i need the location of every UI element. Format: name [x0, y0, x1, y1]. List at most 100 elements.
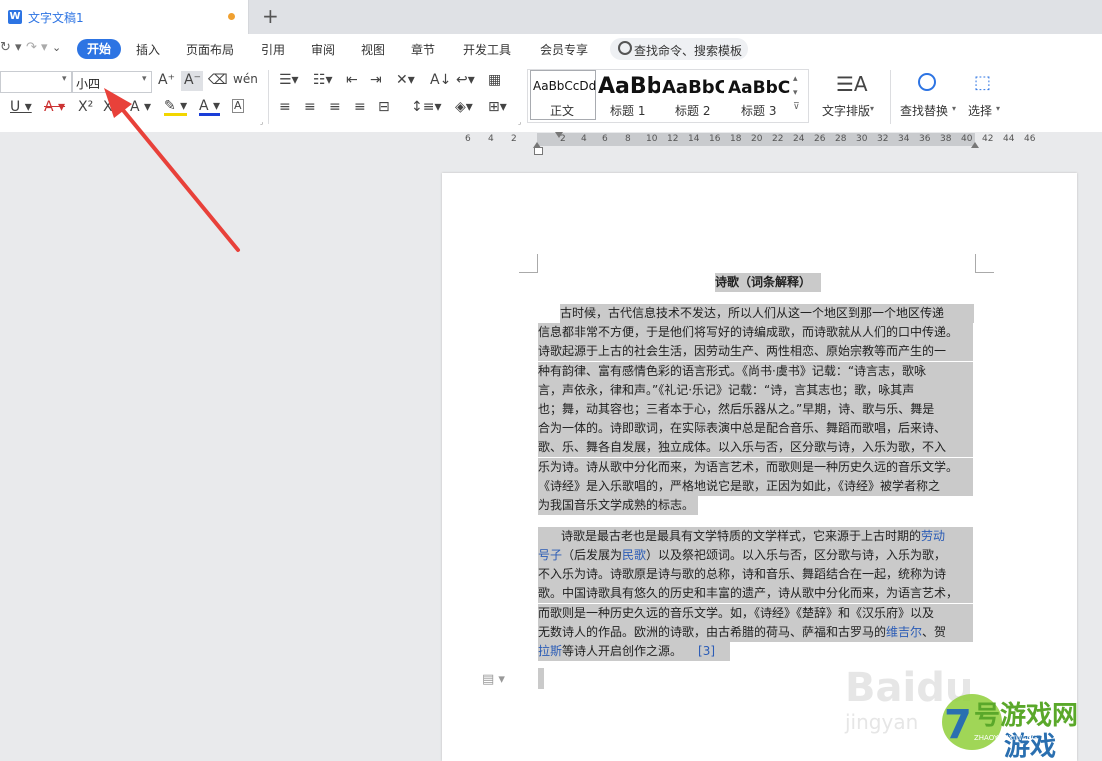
annotation-arrow [104, 88, 240, 252]
citation-link[interactable]: [3] [698, 644, 715, 658]
ruler-number: 24 [793, 134, 805, 144]
style-h2-label[interactable]: 标题 2 [675, 102, 710, 119]
ruler-number: 22 [772, 134, 784, 144]
text-run: 等诗人开启创作之源。 [562, 644, 683, 658]
ruler-number: 16 [709, 134, 721, 144]
find-replace-icon[interactable] [918, 73, 936, 91]
link-virgil[interactable]: 维吉尔 [886, 625, 922, 639]
text-layout-icon[interactable]: ☰A [836, 72, 868, 96]
search-icon [618, 41, 632, 55]
distributed-icon[interactable]: ⊟ [378, 99, 390, 115]
justify-icon[interactable]: ≡ [354, 99, 366, 115]
ruler-number: 20 [751, 134, 763, 144]
paragraph-1-line[interactable]: 古时候，古代信息技术不发达，所以人们从这一个地区到那一个地区传递 [560, 304, 974, 323]
shading-icon[interactable]: ◈▾ [455, 99, 473, 115]
ruler-number: 12 [667, 134, 679, 144]
style-h2-sample[interactable]: AaBbC [662, 77, 724, 98]
text-run: 、贺 [922, 625, 947, 639]
show-marks-icon[interactable]: ↩▾ [456, 72, 475, 88]
style-h3-label[interactable]: 标题 3 [741, 102, 776, 119]
paragraph-2-line[interactable]: 诗歌是最古老也是最具有文学特质的文学样式，它来源于上古时期的劳动 [538, 527, 973, 546]
ruler-number: 4 [488, 134, 494, 144]
left-margin-marker[interactable] [534, 147, 543, 155]
paragraph-1-line[interactable]: 信息都非常不方便，于是他们将写好的诗编成歌，而诗歌就从人们的口中传递。 [538, 323, 973, 343]
paragraph-1-line[interactable]: 乐为诗。诗从歌中分化而来，为语言艺术，而歌则是一种历史久远的音乐文学。 [538, 457, 973, 477]
paragraph-dialog-launcher-icon[interactable]: ⌟ [518, 118, 521, 126]
paragraph-1-line[interactable]: 歌、乐、舞各自发展，独立成体。以入乐与否，区分歌与诗，入乐为歌，不入 [538, 438, 973, 458]
style-normal-sample: AaBbCcDd [533, 79, 597, 93]
ruler-number: 6 [602, 134, 608, 144]
select-cursor-icon[interactable]: ⬚ [974, 72, 991, 93]
jingyan-watermark: jingyan [845, 710, 919, 734]
style-h1-label[interactable]: 标题 1 [610, 102, 645, 119]
link-horace[interactable]: 拉斯 [538, 644, 562, 658]
text-run: 诗歌是最古老也是最具有文学特质的文学样式，它来源于上古时期的 [561, 529, 922, 543]
link-labor-chant[interactable]: 劳动 [921, 529, 945, 543]
paragraph-2-line[interactable]: 而歌则是一种历史久远的音乐文学。如，《诗经》《楚辞》和《汉乐府》以及 [538, 603, 973, 623]
ruler-number: 34 [898, 134, 910, 144]
paragraph-2-line[interactable]: 不入乐为诗。诗歌原是诗与歌的总称，诗和音乐、舞蹈结合在一起，统称为诗 [538, 565, 973, 584]
paragraph-2-line[interactable]: 无数诗人的作品。欧洲的诗歌，由古希腊的荷马、萨福和古罗马的维吉尔、贺 [538, 623, 973, 642]
ruler-number: 6 [465, 134, 471, 144]
paragraph-1-line[interactable]: 也；舞，动其容也；三者本于心，然后乐器从之。”早期，诗、歌与乐、舞是 [538, 400, 973, 419]
document-title[interactable]: 诗歌（词条解释） [715, 273, 822, 292]
paragraph-2-line[interactable]: 号子（后发展为民歌）以及祭祀颂词。以入乐与否，区分歌与诗，入乐为歌， [538, 546, 973, 565]
svg-text:号游戏网: 号游戏网 [974, 701, 1078, 731]
ruler-number: 44 [1003, 134, 1015, 144]
menu-developer[interactable]: 开发工具 [463, 41, 511, 58]
site-logo: 7 号游戏网 游戏 ZHAOYOUXIWANG [942, 694, 1078, 761]
increase-indent-icon[interactable]: ⇥ [370, 72, 382, 88]
ruler-number: 14 [688, 134, 700, 144]
menu-view[interactable]: 视图 [361, 41, 385, 58]
paragraph-1-line[interactable]: 《诗经》是入乐歌唱的，严格地说它是歌，正因为如此，《诗经》被学者称之 [538, 476, 973, 496]
select-button[interactable]: 选择 [968, 102, 992, 119]
style-gallery-scroll-icon[interactable]: ▴ ▾ ⊽ [793, 72, 800, 114]
line-spacing-icon[interactable]: ↕≡▾ [411, 99, 442, 115]
align-right-icon[interactable]: ≡ [329, 99, 341, 115]
ruler-number: 32 [877, 134, 889, 144]
ruler-number: 38 [940, 134, 952, 144]
decrease-indent-icon[interactable]: ⇤ [346, 72, 358, 88]
right-indent-marker[interactable] [971, 142, 979, 148]
chinese-layout-icon[interactable]: ✕▾ [396, 72, 415, 88]
ruler-number: 8 [625, 134, 631, 144]
empty-paragraph-selection [538, 668, 544, 689]
style-normal-label[interactable]: 正文 [550, 102, 574, 119]
table-grid-icon[interactable]: ▦ [488, 72, 501, 88]
menu-member[interactable]: 会员专享 [540, 41, 588, 58]
command-search-placeholder[interactable]: 查找命令、搜索模板 [634, 42, 742, 59]
paragraph-2-line[interactable]: 歌。中国诗歌具有悠久的历史和丰富的遗产，诗从歌中分化而来，为语言艺术， [538, 584, 973, 604]
text-layout-button[interactable]: 文字排版 [822, 102, 870, 119]
ruler-number: 26 [814, 134, 826, 144]
text-run: 无数诗人的作品。欧洲的诗歌，由古希腊的荷马、萨福和古罗马的 [538, 625, 887, 639]
sort-icon[interactable]: A↓ [430, 72, 451, 88]
paragraph-1-line[interactable]: 诗歌起源于上古的社会生活，因劳动生产、两性相恋、原始宗教等而产生的一 [538, 342, 973, 362]
find-replace-dropdown-icon[interactable]: ▾ [952, 104, 956, 113]
numbered-list-icon[interactable]: ☷▾ [313, 72, 333, 88]
ruler-number: 36 [919, 134, 931, 144]
select-dropdown-icon[interactable]: ▾ [996, 104, 1000, 113]
ribbon-divider [890, 70, 891, 124]
paragraph-2-line[interactable]: 拉斯等诗人开启创作之源。 [3] [538, 642, 730, 661]
menu-section[interactable]: 章节 [411, 41, 435, 58]
paragraph-1-line[interactable]: 言，声依永，律和声。”《礼记·乐记》记载：“诗，言其志也；歌，咏其声 [538, 380, 973, 400]
svg-text:ZHAOYOUXIWANG: ZHAOYOUXIWANG [974, 734, 1037, 742]
align-center-icon[interactable]: ≡ [304, 99, 316, 115]
paragraph-1-line[interactable]: 合为一体的。诗即歌词，在实际表演中总是配合音乐、舞蹈而歌唱，后来诗、 [538, 419, 973, 439]
paragraph-1-line[interactable]: 种有韵律、富有感情色彩的语言形式。《尚书·虞书》记载：“诗言志，歌咏 [538, 361, 973, 381]
link-folk-song[interactable]: 民歌 [622, 548, 646, 562]
style-h1-sample[interactable]: AaBb [598, 74, 660, 99]
ruler-number: 28 [835, 134, 847, 144]
ruler-number: 2 [511, 134, 517, 144]
link-labor-chant-2[interactable]: 号子 [538, 548, 562, 562]
ruler-number: 30 [856, 134, 868, 144]
borders-icon[interactable]: ⊞▾ [488, 99, 507, 115]
paragraph-layout-icon[interactable]: ▤ ▾ [482, 672, 505, 687]
find-replace-button[interactable]: 查找替换 [900, 102, 948, 119]
text-layout-dropdown-icon[interactable]: ▾ [870, 104, 874, 113]
ruler-number: 42 [982, 134, 994, 144]
paragraph-1-line[interactable]: 为我国音乐文学成熟的标志。 [538, 496, 698, 515]
style-h3-sample[interactable]: AaBbC [728, 78, 790, 98]
menu-review[interactable]: 审阅 [311, 41, 335, 58]
first-line-indent-marker[interactable] [555, 132, 563, 138]
